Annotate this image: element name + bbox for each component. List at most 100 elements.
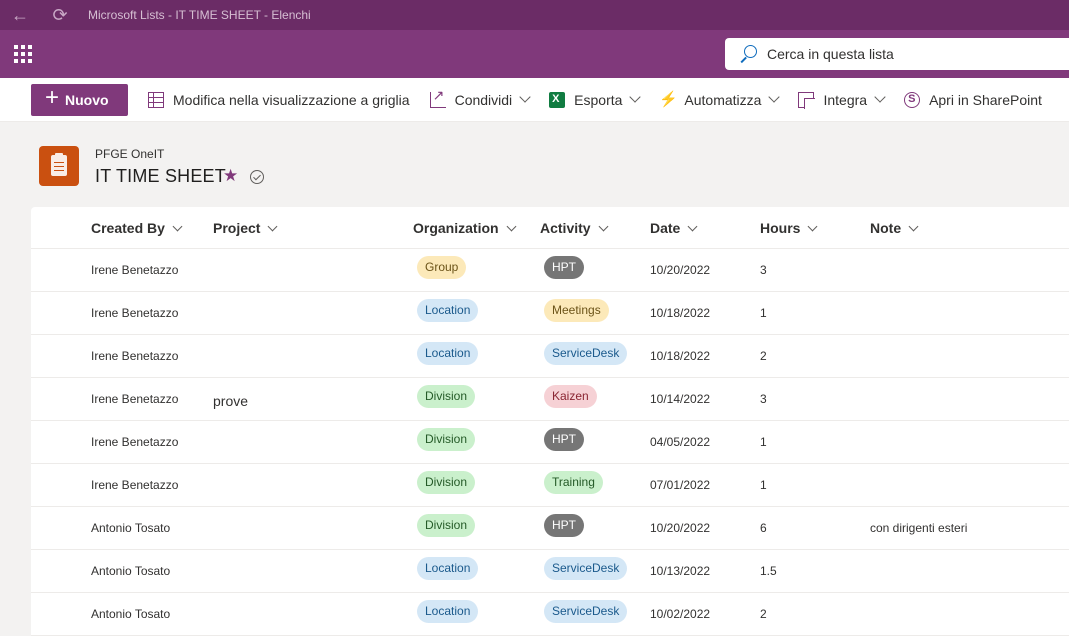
list-rows: Irene Benetazzo Group HPT 10/20/2022 3 Irene … <box>31 249 1069 636</box>
cell-hours: 2 <box>760 349 767 363</box>
grid-icon <box>148 91 164 108</box>
cell-created-by: Irene Benetazzo <box>91 263 179 277</box>
sharepoint-icon <box>904 91 921 108</box>
activity-pill: HPT <box>544 514 584 537</box>
edit-grid-view-label: Modifica nella visualizzazione a griglia <box>173 91 410 108</box>
organization-pill: Location <box>417 299 479 322</box>
share-button[interactable]: Condividi <box>429 87 531 108</box>
cell-created-by: Antonio Tosato <box>91 564 171 578</box>
table-row[interactable]: Irene Benetazzo Division Training 07/01/202… <box>31 464 1069 507</box>
cell-date: 10/14/2022 <box>650 392 711 406</box>
table-row[interactable]: Irene Benetazzo Location ServiceDesk 10/18/… <box>31 335 1069 378</box>
table-row[interactable]: Antonio Tosato Division HPT 10/20/2022 6 con … <box>31 507 1069 550</box>
cell-created-by: Irene Benetazzo <box>91 435 179 449</box>
cell-project: prove <box>213 393 249 409</box>
export-button[interactable]: Esporta <box>549 91 642 108</box>
search-input[interactable] <box>767 46 1047 62</box>
table-row[interactable]: Antonio Tosato Location ServiceDesk 10/02/2… <box>31 593 1069 636</box>
chevron-down-icon <box>808 221 818 231</box>
window-title: Microsoft Lists - IT TIME SHEET - Elench… <box>88 8 311 22</box>
cell-hours: 1 <box>760 435 767 449</box>
app-launcher-icon[interactable] <box>14 45 32 63</box>
organization-pill: Location <box>417 600 479 623</box>
cell-created-by: Antonio Tosato <box>91 521 171 535</box>
suite-bar <box>0 30 1069 78</box>
new-item-button[interactable]: + Nuovo <box>31 83 128 116</box>
cell-date: 07/01/2022 <box>650 478 711 492</box>
activity-pill: ServiceDesk <box>544 342 628 365</box>
chevron-down-icon <box>687 221 698 231</box>
organization-pill: Location <box>417 342 479 365</box>
activity-pill: HPT <box>544 428 584 451</box>
cell-hours: 1 <box>760 478 767 492</box>
chevron-down-icon <box>172 221 183 231</box>
chevron-down-icon <box>874 91 886 103</box>
favorite-star-icon[interactable]: ★ <box>223 166 238 186</box>
cell-hours: 2 <box>760 607 767 621</box>
list-view: Created By Project Organization Activity… <box>31 207 1069 636</box>
check-circle-icon[interactable] <box>250 170 264 184</box>
open-sharepoint-label: Apri in SharePoint <box>929 91 1042 108</box>
plus-icon: + <box>45 84 60 111</box>
cell-created-by: Antonio Tosato <box>91 607 171 621</box>
table-row[interactable]: Irene Benetazzo Group HPT 10/20/2022 3 <box>31 249 1069 292</box>
cell-created-by: Irene Benetazzo <box>91 392 179 406</box>
open-sharepoint-button[interactable]: Apri in SharePoint <box>904 91 1042 108</box>
cell-date: 10/02/2022 <box>650 607 711 621</box>
cell-date: 10/13/2022 <box>650 564 711 578</box>
cell-hours: 1.5 <box>760 564 777 578</box>
table-row[interactable]: Antonio Tosato Location ServiceDesk 10/13/2… <box>31 550 1069 593</box>
column-header-row: Created By Project Organization Activity… <box>31 207 1069 249</box>
activity-pill: ServiceDesk <box>544 557 628 580</box>
column-label: Hours <box>760 220 801 236</box>
column-label: Project <box>213 220 261 236</box>
export-label: Esporta <box>574 91 623 108</box>
column-header-hours[interactable]: Hours <box>760 220 818 236</box>
list-icon <box>39 146 79 186</box>
table-row[interactable]: Irene Benetazzo Location Meetings 10/18/202… <box>31 292 1069 335</box>
chevron-down-icon <box>506 221 517 231</box>
cell-hours: 1 <box>760 306 767 320</box>
excel-icon <box>549 91 566 108</box>
organization-pill: Group <box>417 256 467 279</box>
cell-hours: 3 <box>760 263 767 277</box>
new-item-label: Nuovo <box>65 91 109 108</box>
column-label: Created By <box>91 220 165 236</box>
search-box[interactable] <box>725 38 1069 70</box>
column-label: Organization <box>413 220 499 236</box>
site-name[interactable]: PFGE OneIT <box>95 147 164 161</box>
automate-label: Automatizza <box>684 91 762 108</box>
column-label: Date <box>650 220 681 236</box>
cell-hours: 3 <box>760 392 767 406</box>
organization-pill: Division <box>417 385 476 408</box>
window-titlebar: ← ⟳ Microsoft Lists - IT TIME SHEET - El… <box>0 0 1069 30</box>
column-header-created-by[interactable]: Created By <box>91 220 183 236</box>
edit-grid-view-button[interactable]: Modifica nella visualizzazione a griglia <box>148 91 410 108</box>
organization-pill: Location <box>417 557 479 580</box>
activity-pill: Meetings <box>544 299 609 322</box>
cell-created-by: Irene Benetazzo <box>91 349 179 363</box>
cell-date: 04/05/2022 <box>650 435 711 449</box>
share-icon <box>429 87 446 108</box>
search-icon <box>739 45 757 63</box>
activity-pill: Training <box>544 471 603 494</box>
column-header-activity[interactable]: Activity <box>540 220 609 236</box>
column-header-organization[interactable]: Organization <box>413 220 517 236</box>
list-title: IT TIME SHEET <box>95 166 226 186</box>
table-row[interactable]: Irene Benetazzo Division HPT 04/05/2022 1 <box>31 421 1069 464</box>
column-header-note[interactable]: Note <box>870 220 919 236</box>
refresh-icon[interactable]: ⟳ <box>50 5 70 25</box>
column-header-date[interactable]: Date <box>650 220 698 236</box>
back-arrow-icon[interactable]: ← <box>10 5 30 25</box>
organization-pill: Division <box>417 471 476 494</box>
table-row[interactable]: Irene Benetazzo prove Division Kaizen 10/14/… <box>31 378 1069 421</box>
command-bar: + Nuovo Modifica nella visualizzazione a… <box>0 78 1069 122</box>
chevron-down-icon <box>519 91 531 103</box>
chevron-down-icon <box>629 91 642 103</box>
cell-date: 10/18/2022 <box>650 306 711 320</box>
activity-pill: Kaizen <box>544 385 597 408</box>
column-header-project[interactable]: Project <box>213 220 278 236</box>
automate-button[interactable]: Automatizza <box>659 90 781 108</box>
organization-pill: Division <box>417 428 476 451</box>
integrate-button[interactable]: Integra <box>798 91 886 109</box>
